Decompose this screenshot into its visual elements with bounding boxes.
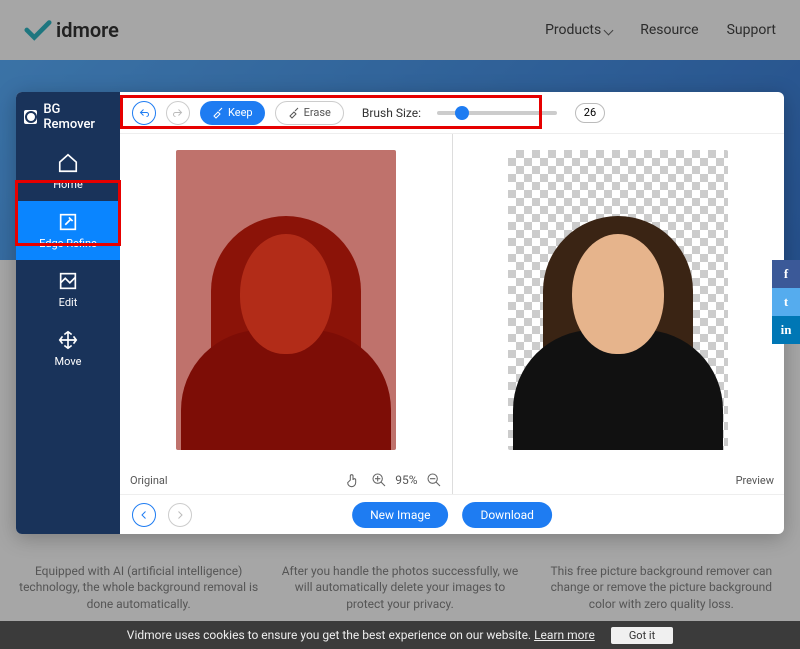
cookie-accept-button[interactable]: Got it [611, 627, 673, 644]
marketing-columns: Equipped with AI (artificial intelligenc… [0, 563, 800, 613]
person-cutout [508, 150, 728, 450]
share-twitter[interactable]: t [772, 288, 800, 316]
chevron-left-icon [138, 509, 150, 521]
hand-tool-icon[interactable] [345, 472, 361, 488]
move-icon [57, 329, 79, 351]
share-facebook[interactable]: f [772, 260, 800, 288]
sidebar-item-edit[interactable]: Edit [16, 260, 120, 319]
original-photo [176, 150, 396, 450]
original-status-row: Original 95% [120, 466, 452, 494]
preview-status-row: Preview [453, 466, 785, 494]
zoom-level: 95% [395, 473, 417, 487]
editor-sidebar: BG Remover Home Edge Refine Edit Move [16, 92, 120, 534]
preview-panel: Preview [453, 134, 785, 494]
preview-image-view[interactable] [453, 134, 785, 466]
bottom-actions: New Image Download [120, 494, 784, 534]
brush-size-value[interactable]: 26 [575, 103, 605, 123]
original-label: Original [130, 474, 168, 487]
editor-main: Keep Erase Brush Size: 26 Original [120, 92, 784, 534]
chevron-right-icon [174, 509, 186, 521]
original-panel: Original 95% [120, 134, 453, 494]
prev-image-button[interactable] [132, 503, 156, 527]
cookie-banner: Vidmore uses cookies to ensure you get t… [0, 621, 800, 649]
marketing-col-3: This free picture background remover can… [541, 563, 781, 613]
share-linkedin[interactable]: in [772, 316, 800, 344]
home-icon [57, 152, 79, 174]
next-image-button[interactable] [168, 503, 192, 527]
cookie-learn-more[interactable]: Learn more [534, 628, 595, 642]
download-button[interactable]: Download [462, 502, 551, 528]
new-image-button[interactable]: New Image [352, 502, 448, 528]
preview-label: Preview [736, 474, 774, 487]
image-compare: Original 95% [120, 134, 784, 494]
sidebar-item-move[interactable]: Move [16, 319, 120, 378]
preview-photo [508, 150, 728, 450]
app-title: BG Remover [16, 92, 120, 142]
zoom-out-icon[interactable] [426, 472, 442, 488]
annotation-sidebar-highlight [15, 180, 121, 246]
zoom-in-icon[interactable] [371, 472, 387, 488]
bg-remover-editor: BG Remover Home Edge Refine Edit Move Ke… [16, 92, 784, 534]
edit-icon [57, 270, 79, 292]
social-rail: f t in [772, 260, 800, 344]
app-logo-icon [24, 110, 37, 124]
marketing-col-2: After you handle the photos successfully… [280, 563, 520, 613]
annotation-toolbar-highlight [120, 95, 542, 129]
original-image-view[interactable] [120, 134, 452, 466]
zoom-controls: 95% [371, 472, 441, 488]
marketing-col-1: Equipped with AI (artificial intelligenc… [19, 563, 259, 613]
